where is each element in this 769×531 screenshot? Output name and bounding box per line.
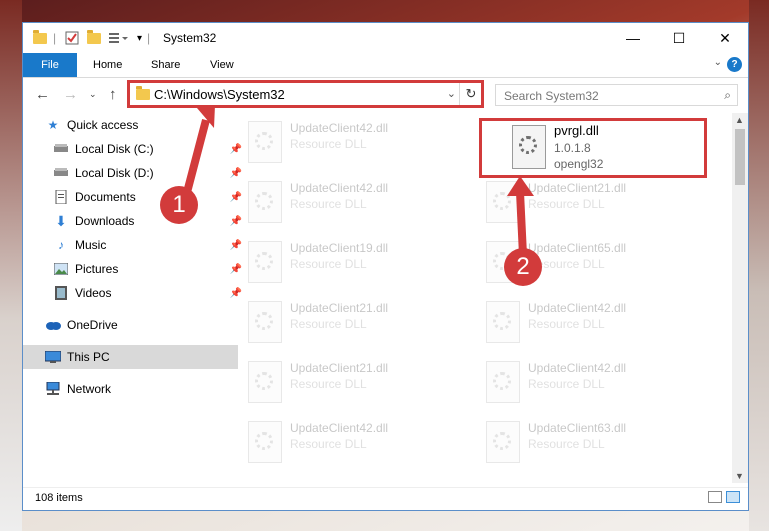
arrow-2-head [507, 176, 534, 196]
step-badge-2: 2 [504, 248, 542, 286]
step-badge-1: 1 [160, 186, 198, 224]
annotation-arrows [181, 105, 534, 256]
arrow-2-shaft [516, 191, 527, 256]
